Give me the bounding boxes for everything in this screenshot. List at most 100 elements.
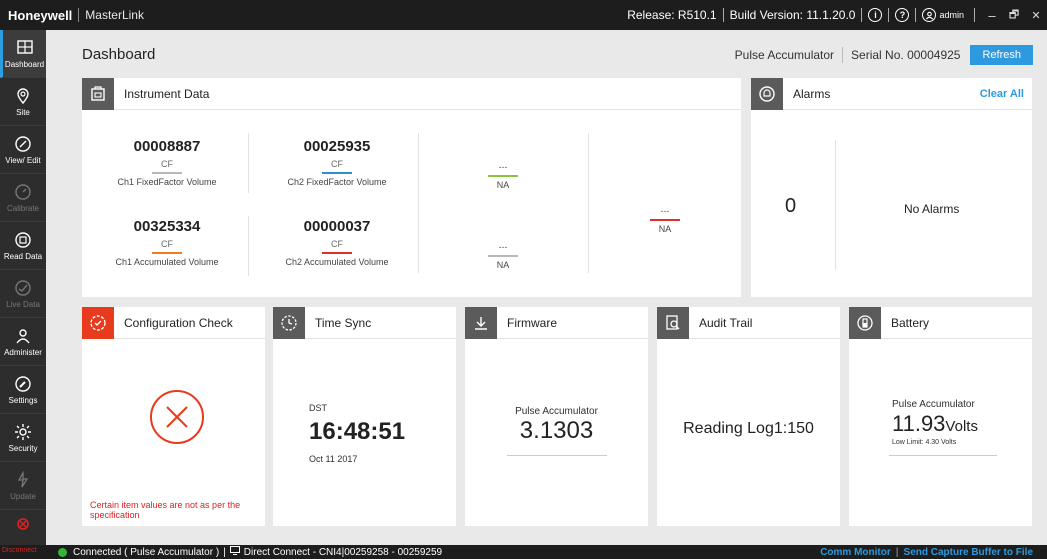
- send-capture-link[interactable]: Send Capture Buffer to File: [904, 547, 1033, 558]
- divider: [248, 216, 249, 276]
- divider: [861, 8, 863, 22]
- comm-monitor-link[interactable]: Comm Monitor: [820, 547, 891, 558]
- title-separator: [78, 8, 80, 22]
- alarm-message: No Alarms: [904, 202, 960, 216]
- user-icon: [922, 8, 937, 22]
- nav-label: Calibrate: [6, 203, 39, 213]
- panel-header: Firmware: [465, 306, 648, 339]
- build-label: Build Version: 11.1.20.0: [729, 8, 856, 22]
- nav-label: Administer: [4, 347, 42, 357]
- cell-color-bar: [650, 219, 680, 221]
- nav-site[interactable]: Site: [0, 78, 46, 126]
- battery-icon: [849, 306, 881, 339]
- device-name: Pulse Accumulator: [734, 48, 835, 62]
- live-data-icon: [14, 279, 32, 297]
- divider: [915, 8, 917, 22]
- config-check-icon: [82, 306, 114, 339]
- audit-text: Reading Log1:150: [683, 420, 814, 437]
- help-icon[interactable]: ?: [895, 8, 910, 22]
- user-menu[interactable]: admin: [922, 8, 964, 22]
- disconnect-icon: [14, 515, 32, 533]
- cell-color-bar: [488, 255, 518, 257]
- left-nav: Dashboard Site View/ Edit Calibrate Read…: [0, 30, 46, 545]
- brand-logo: Honeywell: [8, 7, 73, 23]
- view-edit-icon: [14, 135, 32, 153]
- cell-unit: CF: [331, 159, 343, 169]
- nav-update[interactable]: Update: [0, 462, 46, 510]
- panel-title: Time Sync: [315, 315, 372, 330]
- panel-title: Firmware: [507, 315, 557, 330]
- divider: [974, 8, 975, 22]
- nav-label: Settings: [8, 395, 38, 405]
- firmware-device: Pulse Accumulator: [515, 406, 598, 417]
- nav-live-data[interactable]: Live Data: [0, 270, 46, 318]
- info-icon[interactable]: i: [868, 8, 883, 22]
- nav-security[interactable]: Security: [0, 414, 46, 462]
- divider: [888, 8, 890, 22]
- cell-value: 00000037: [303, 218, 371, 235]
- cell-unit: CF: [331, 239, 343, 249]
- alarm-icon: [751, 77, 783, 110]
- divider: [842, 47, 844, 63]
- cell-color-bar: [152, 252, 182, 254]
- cell-color-bar: [152, 172, 182, 174]
- nav-view-edit[interactable]: View/ Edit: [0, 126, 46, 174]
- update-icon: [14, 470, 32, 489]
- nav-read-data[interactable]: Read Data: [0, 222, 46, 270]
- instrument-cell: 00025935 CF Ch2 FixedFactor Volume: [252, 138, 422, 187]
- header-info: Pulse Accumulator Serial No. 00004925 Re…: [735, 45, 1033, 65]
- connection-status: Connected ( Pulse Accumulator ): [73, 546, 220, 558]
- panel-title: Alarms: [793, 86, 831, 101]
- cell-label: NA: [496, 260, 510, 270]
- release-label: Release: R510.1: [627, 8, 717, 22]
- location-pin-icon: [14, 87, 32, 105]
- cell-label: Ch1 FixedFactor Volume: [117, 177, 217, 187]
- monitor-icon: [229, 546, 240, 558]
- nav-label: Live Data: [6, 299, 40, 309]
- cell-value: 00008887: [133, 138, 201, 155]
- nav-settings[interactable]: Settings: [0, 366, 46, 414]
- sync-time: 16:48:51: [309, 418, 406, 445]
- alarms-panel: Alarms Clear All 0 No Alarms: [751, 77, 1032, 297]
- battery-unit: Volts: [945, 418, 978, 435]
- instrument-cell: 00000037 CF Ch2 Accumulated Volume: [252, 218, 422, 267]
- divider: [418, 133, 419, 273]
- status-links: Comm Monitor | Send Capture Buffer to Fi…: [820, 545, 1033, 559]
- panel-header: Time Sync: [273, 306, 456, 339]
- firmware-panel: Firmware Pulse Accumulator 3.1303: [465, 306, 648, 526]
- nav-administer[interactable]: Administer: [0, 318, 46, 366]
- nav-disconnect[interactable]: [0, 510, 46, 540]
- read-data-icon: [14, 231, 32, 249]
- divider: |: [223, 546, 226, 558]
- panel-header: Alarms Clear All: [751, 77, 1032, 110]
- nav-dashboard[interactable]: Dashboard: [0, 30, 46, 78]
- nav-label: Dashboard: [4, 59, 45, 69]
- nav-calibrate[interactable]: Calibrate: [0, 174, 46, 222]
- cell-label: Ch1 Accumulated Volume: [115, 257, 219, 267]
- cell-color-bar: [488, 175, 518, 177]
- battery-panel: Battery Pulse Accumulator 11.93Volts Low…: [849, 306, 1032, 526]
- clear-all-link[interactable]: Clear All: [980, 88, 1024, 100]
- close-button[interactable]: ✕: [1025, 9, 1047, 22]
- sync-date: Oct 11 2017: [309, 454, 358, 464]
- instrument-cell: 00008887 CF Ch1 FixedFactor Volume: [82, 138, 252, 187]
- cell-label: Ch2 FixedFactor Volume: [287, 177, 387, 187]
- disconnect-label[interactable]: Disconnect: [2, 547, 37, 554]
- audit-search-icon: [657, 306, 689, 339]
- refresh-button[interactable]: Refresh: [970, 45, 1033, 65]
- instrument-na-cell: --- NA: [580, 202, 750, 234]
- page-title: Dashboard: [82, 46, 156, 63]
- dst-label: DST: [309, 403, 327, 413]
- download-icon: [465, 306, 497, 339]
- restore-button[interactable]: 🗗: [1003, 6, 1025, 25]
- instrument-data-panel: Instrument Data 00008887 CF Ch1 FixedFac…: [82, 77, 741, 297]
- cell-unit: CF: [161, 159, 173, 169]
- battery-limit: Low Limit: 4.30 Volts: [892, 439, 957, 446]
- divider: [248, 133, 249, 193]
- divider: [588, 133, 589, 273]
- cell-label: NA: [658, 224, 672, 234]
- instrument-na-cell: --- NA: [418, 238, 588, 270]
- cell-value: ---: [498, 242, 508, 252]
- status-bar: Disconnect Connected ( Pulse Accumulator…: [0, 545, 1047, 559]
- minimize-button[interactable]: –: [981, 8, 1003, 23]
